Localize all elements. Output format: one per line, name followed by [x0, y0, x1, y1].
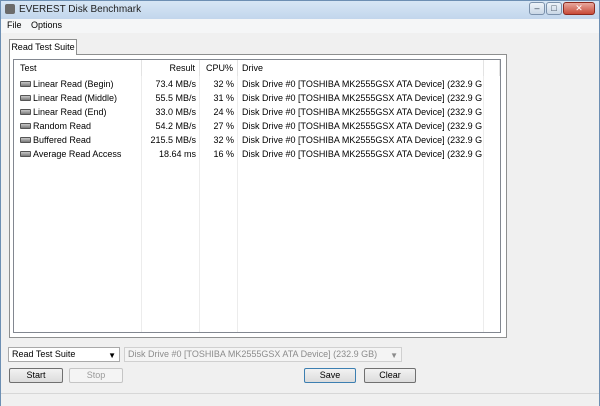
test-suite-select-value: Read Test Suite: [12, 349, 76, 359]
test-drive: Disk Drive #0 [TOSHIBA MK2555GSX ATA Dev…: [242, 121, 482, 131]
test-cpu: 31 %: [213, 93, 234, 103]
menu-options[interactable]: Options: [31, 20, 62, 30]
maximize-button[interactable]: □: [546, 2, 562, 15]
test-name: Linear Read (End): [33, 107, 107, 117]
hard-disk-icon: [20, 123, 31, 129]
column-header-filler: [484, 60, 500, 76]
test-cpu: 32 %: [213, 135, 234, 145]
test-result: 18.64 ms: [158, 149, 196, 159]
table-row[interactable]: Linear Read (End) 33.0 MB/s 24 % Disk Dr…: [14, 105, 500, 119]
chevron-down-icon: ▼: [108, 351, 116, 360]
menu-file[interactable]: File: [7, 20, 22, 30]
test-name: Linear Read (Middle): [33, 93, 118, 103]
test-name: Buffered Read: [33, 135, 91, 145]
test-result: 33.0 MB/s: [155, 107, 196, 117]
test-cpu: 24 %: [213, 107, 234, 117]
disk-benchmark-icon: [5, 4, 15, 14]
hard-disk-icon: [20, 137, 31, 143]
test-drive: Disk Drive #0 [TOSHIBA MK2555GSX ATA Dev…: [242, 149, 482, 159]
benchmark-window: EVEREST Disk Benchmark – □ ✕ File Option…: [0, 0, 600, 406]
test-result: 73.4 MB/s: [155, 79, 196, 89]
column-header-test[interactable]: Test: [14, 60, 142, 76]
test-cpu: 16 %: [213, 149, 234, 159]
column-header-result[interactable]: Result: [142, 60, 200, 76]
test-suite-select[interactable]: Read Test Suite ▼: [8, 347, 120, 362]
close-button[interactable]: ✕: [563, 2, 595, 15]
table-row[interactable]: Random Read 54.2 MB/s 27 % Disk Drive #0…: [14, 119, 500, 133]
drive-select-value: Disk Drive #0 [TOSHIBA MK2555GSX ATA Dev…: [128, 349, 378, 359]
test-result: 215.5 MB/s: [150, 135, 196, 145]
window-title: EVEREST Disk Benchmark: [19, 4, 142, 15]
table-row[interactable]: Linear Read (Middle) 55.5 MB/s 31 % Disk…: [14, 91, 500, 105]
save-button[interactable]: Save: [304, 368, 356, 383]
menu-bar: File Options: [1, 19, 599, 33]
column-header-cpu[interactable]: CPU%: [200, 60, 238, 76]
hard-disk-icon: [20, 81, 31, 87]
test-drive: Disk Drive #0 [TOSHIBA MK2555GSX ATA Dev…: [242, 79, 482, 89]
test-result: 54.2 MB/s: [155, 121, 196, 131]
title-bar: EVEREST Disk Benchmark – □ ✕: [1, 1, 599, 19]
test-name: Random Read: [33, 121, 92, 131]
test-drive: Disk Drive #0 [TOSHIBA MK2555GSX ATA Dev…: [242, 135, 482, 145]
tab-read-test-suite[interactable]: Read Test Suite: [9, 39, 77, 55]
clear-button[interactable]: Clear: [364, 368, 416, 383]
table-row[interactable]: Linear Read (Begin) 73.4 MB/s 32 % Disk …: [14, 77, 500, 91]
test-drive: Disk Drive #0 [TOSHIBA MK2555GSX ATA Dev…: [242, 93, 482, 103]
test-drive: Disk Drive #0 [TOSHIBA MK2555GSX ATA Dev…: [242, 107, 482, 117]
test-cpu: 27 %: [213, 121, 234, 131]
stop-button[interactable]: Stop: [69, 368, 123, 383]
table-row[interactable]: Average Read Access 18.64 ms 16 % Disk D…: [14, 147, 500, 161]
test-cpu: 32 %: [213, 79, 234, 89]
start-button[interactable]: Start: [9, 368, 63, 383]
drive-select[interactable]: Disk Drive #0 [TOSHIBA MK2555GSX ATA Dev…: [124, 347, 402, 362]
minimize-button[interactable]: –: [529, 2, 545, 15]
hard-disk-icon: [20, 109, 31, 115]
test-result: 55.5 MB/s: [155, 93, 196, 103]
hard-disk-icon: [20, 151, 31, 157]
hard-disk-icon: [20, 95, 31, 101]
test-name: Average Read Access: [33, 149, 122, 159]
column-header-drive[interactable]: Drive: [238, 60, 484, 76]
test-name: Linear Read (Begin): [33, 79, 114, 89]
results-list[interactable]: Test Result CPU% Drive Linear Read (Begi…: [13, 59, 501, 333]
status-bar: [1, 393, 599, 406]
table-row[interactable]: Buffered Read 215.5 MB/s 32 % Disk Drive…: [14, 133, 500, 147]
chevron-down-icon: ▼: [390, 351, 398, 360]
